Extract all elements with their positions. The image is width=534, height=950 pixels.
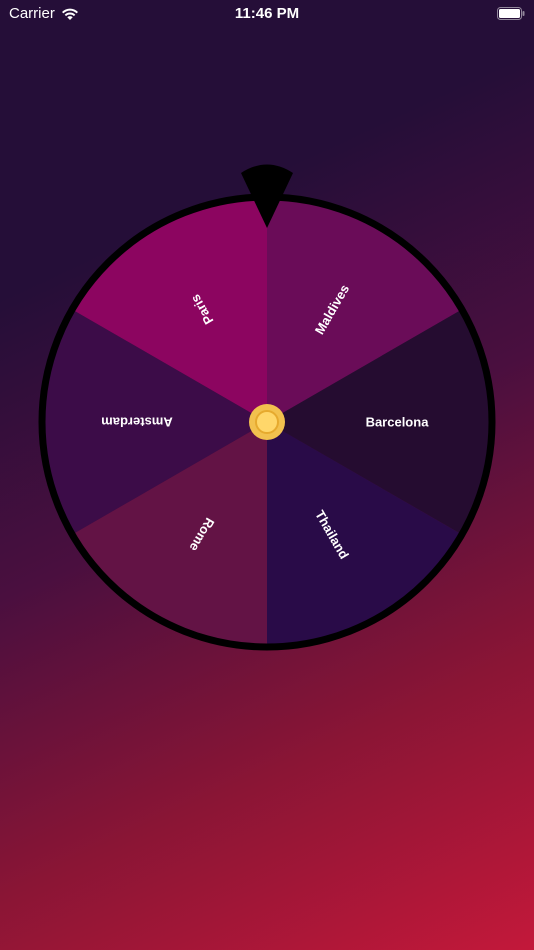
coin-inner (255, 410, 279, 434)
app-screen: Carrier 11:46 PM Maldives Barcelona Thaila… (0, 0, 534, 950)
status-time: 11:46 PM (234, 5, 300, 22)
spin-wheel[interactable]: Maldives Barcelona Thailand Rome Amsterdam Pa… (36, 160, 498, 655)
battery-full-icon (497, 7, 525, 20)
wheel-graphic[interactable]: MaldivesBarcelonaThailandRomeAmsterdamPa… (36, 160, 498, 655)
wheel-label-amsterdam: Amsterdam (101, 415, 173, 430)
wheel-label-barcelona: Barcelona (366, 415, 430, 430)
status-bar: Carrier 11:46 PM (0, 0, 534, 28)
